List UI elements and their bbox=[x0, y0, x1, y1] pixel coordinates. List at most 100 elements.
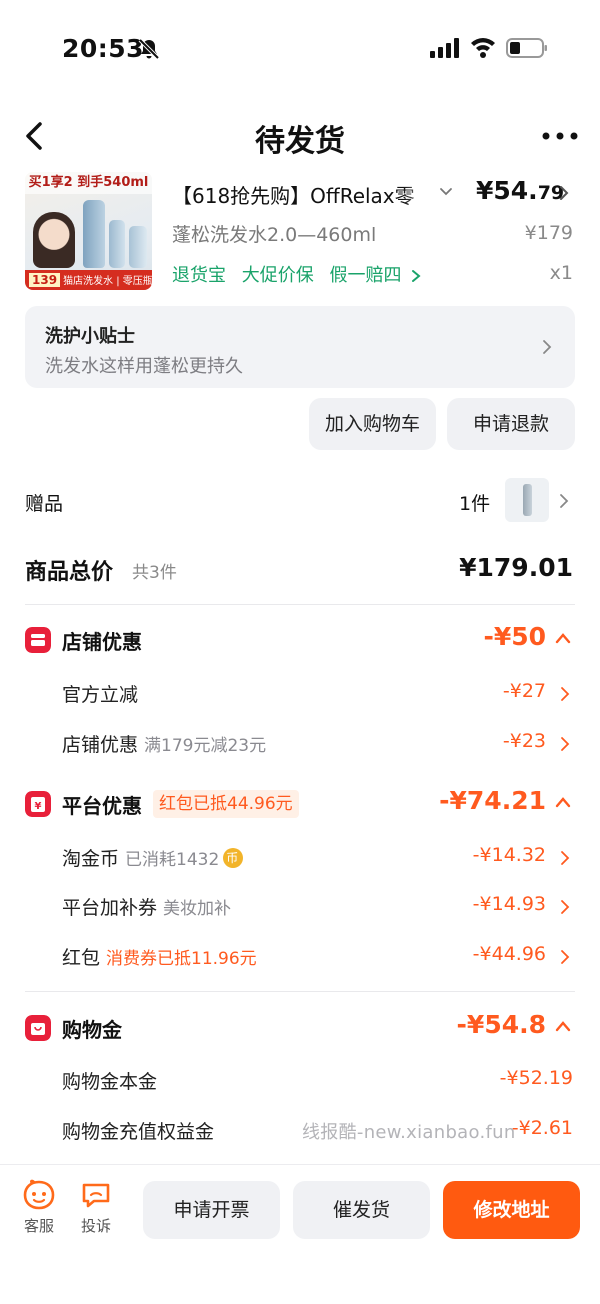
shop-discount-title: 店铺优惠 bbox=[62, 630, 142, 654]
chevron-right-icon bbox=[561, 737, 570, 751]
total-count: 共3件 bbox=[132, 563, 177, 583]
request-invoice-button[interactable]: 申请开票 bbox=[143, 1181, 280, 1239]
chevron-down-icon[interactable] bbox=[438, 184, 454, 200]
status-time: 20:53 bbox=[62, 34, 145, 63]
chevron-right-icon bbox=[412, 270, 421, 282]
discount-row-label: 店铺优惠 满179元减23元 bbox=[62, 730, 266, 757]
discount-note: 消费券已抵11.96元 bbox=[106, 949, 257, 969]
credit-row-label: 购物金充值权益金 bbox=[62, 1121, 215, 1143]
complaint-chat-icon bbox=[82, 1183, 110, 1208]
credit-row-amount: -¥52.19 bbox=[499, 1067, 573, 1089]
chevron-right-icon bbox=[543, 340, 552, 354]
nav-bar: 待发货 bbox=[0, 100, 600, 172]
red-packet-badge: 红包已抵44.96元 bbox=[153, 790, 299, 818]
shop-discount-header[interactable]: 店铺优惠 -¥50 bbox=[0, 622, 600, 662]
product-image-price: 139 bbox=[29, 273, 61, 287]
product-image[interactable]: 买1享2 到手540ml 139猫店洗发水 | 零压瓶 | 蓬松 bbox=[25, 172, 152, 290]
complaint-label: 投诉 bbox=[80, 1217, 111, 1235]
total-row: 商品总价 共3件 ¥179.01 bbox=[0, 548, 600, 598]
total-label: 商品总价 bbox=[25, 560, 114, 585]
service-tag: 假一赔四 bbox=[329, 265, 402, 286]
care-tip-card[interactable]: 洗护小贴士 洗发水这样用蓬松更持久 bbox=[25, 306, 575, 388]
coin-icon bbox=[223, 848, 244, 868]
svg-text:¥: ¥ bbox=[35, 801, 42, 812]
wifi-icon bbox=[471, 38, 495, 58]
discount-row-amount: -¥14.32 bbox=[472, 844, 546, 866]
discount-row-label: 官方立减 bbox=[62, 680, 138, 707]
bottle-graphic bbox=[109, 220, 125, 268]
change-address-button[interactable]: 修改地址 bbox=[443, 1181, 580, 1239]
product-image-strip-text: 猫店洗发水 | 零压瓶 | 蓬松 bbox=[63, 276, 152, 287]
discount-label-text: 官方立减 bbox=[62, 684, 139, 706]
shop-icon bbox=[25, 627, 51, 653]
request-refund-button[interactable]: 申请退款 bbox=[447, 398, 575, 450]
chevron-right-icon[interactable] bbox=[557, 184, 571, 202]
product-image-price-strip: 139猫店洗发水 | 零压瓶 | 蓬松 bbox=[25, 270, 152, 290]
gift-label: 赠品 bbox=[25, 493, 64, 515]
gift-row[interactable]: 赠品 1件 bbox=[0, 470, 600, 532]
model-photo bbox=[33, 212, 75, 268]
add-to-cart-button[interactable]: 加入购物车 bbox=[309, 398, 436, 450]
product-spec: 蓬松洗发水2.0—460ml bbox=[172, 224, 377, 246]
discount-label-text: 淘金币 bbox=[62, 848, 120, 870]
platform-discount-title: 平台优惠 bbox=[62, 794, 142, 818]
discount-row-label: 红包 消费券已抵11.96元 bbox=[62, 943, 257, 970]
discount-label-text: 平台加补券 bbox=[62, 897, 158, 919]
discount-row[interactable]: 官方立减 -¥27 bbox=[0, 676, 600, 712]
service-face-icon bbox=[23, 1179, 55, 1210]
chevron-right-icon bbox=[561, 950, 570, 964]
discount-label-text: 店铺优惠 bbox=[62, 734, 139, 756]
total-value: ¥179.01 bbox=[459, 553, 573, 582]
credit-row-amount: -¥2.61 bbox=[511, 1117, 573, 1139]
bottle-graphic bbox=[129, 226, 147, 268]
more-icon[interactable] bbox=[540, 122, 580, 150]
product-image-promo: 买1享2 到手540ml bbox=[25, 172, 152, 194]
credit-row-label: 购物金本金 bbox=[62, 1071, 158, 1093]
product-price-main: ¥54. bbox=[476, 176, 538, 205]
platform-discount-header[interactable]: ¥ 平台优惠 红包已抵44.96元 -¥74.21 bbox=[0, 786, 600, 826]
page-title: 待发货 bbox=[255, 124, 345, 159]
discount-note: 已消耗1432 bbox=[125, 850, 220, 870]
shopping-credit-amount: -¥54.8 bbox=[456, 1010, 546, 1039]
chevron-up-icon[interactable] bbox=[554, 794, 572, 810]
chevron-up-icon[interactable] bbox=[554, 1018, 572, 1034]
service-tags[interactable]: 退货宝 大促价保 假一赔四 bbox=[172, 261, 421, 287]
discount-row[interactable]: 店铺优惠 满179元减23元 -¥23 bbox=[0, 726, 600, 762]
remind-shipping-button[interactable]: 催发货 bbox=[293, 1181, 430, 1239]
shopping-bag-icon bbox=[25, 1015, 51, 1041]
bottom-action-bar: 客服 投诉 申请开票 催发货 修改地址 bbox=[0, 1164, 600, 1304]
discount-row-amount: -¥44.96 bbox=[472, 943, 546, 965]
product-title[interactable]: 【618抢先购】OffRelax零 bbox=[172, 180, 444, 209]
discount-label-text: 红包 bbox=[62, 947, 101, 969]
tip-subtitle: 洗发水这样用蓬松更持久 bbox=[45, 356, 243, 377]
complaint-button[interactable]: 投诉 bbox=[71, 1179, 121, 1236]
product-card[interactable]: 买1享2 到手540ml 139猫店洗发水 | 零压瓶 | 蓬松 【618抢先购… bbox=[0, 172, 600, 297]
status-bar: 20:53 bbox=[0, 0, 600, 96]
discount-row-amount: -¥27 bbox=[502, 680, 546, 702]
bottle-graphic bbox=[83, 200, 105, 268]
product-original-price: ¥179 bbox=[524, 222, 573, 244]
discount-note: 美妆加补 bbox=[163, 899, 232, 919]
platform-discount-amount: -¥74.21 bbox=[439, 786, 546, 815]
gift-count: 1件 bbox=[459, 493, 491, 515]
discount-row[interactable]: 平台加补券 美妆加补 -¥14.93 bbox=[0, 889, 600, 925]
discount-row-label: 平台加补券 美妆加补 bbox=[62, 893, 231, 920]
service-tag: 大促价保 bbox=[241, 265, 314, 286]
watermark: 线报酷-new.xianbao.fun bbox=[302, 1122, 516, 1143]
chevron-right-icon bbox=[561, 851, 570, 865]
signal-icon bbox=[430, 38, 459, 58]
discount-row-amount: -¥23 bbox=[502, 730, 546, 752]
battery-icon bbox=[506, 38, 547, 58]
customer-service-button[interactable]: 客服 bbox=[14, 1179, 64, 1236]
product-price: ¥54.79 bbox=[476, 176, 564, 205]
discount-row[interactable]: 红包 消费券已抵11.96元 -¥44.96 bbox=[0, 939, 600, 975]
chevron-right-icon bbox=[560, 494, 569, 508]
customer-service-label: 客服 bbox=[23, 1217, 54, 1235]
shopping-credit-header[interactable]: 购物金 -¥54.8 bbox=[0, 1010, 600, 1050]
bell-muted-icon bbox=[138, 38, 160, 60]
discount-row-label: 淘金币 已消耗1432 bbox=[62, 844, 244, 871]
discount-row[interactable]: 淘金币已消耗1432 -¥14.32 bbox=[0, 840, 600, 876]
divider bbox=[25, 991, 575, 992]
divider bbox=[25, 604, 575, 605]
chevron-up-icon[interactable] bbox=[554, 630, 572, 646]
